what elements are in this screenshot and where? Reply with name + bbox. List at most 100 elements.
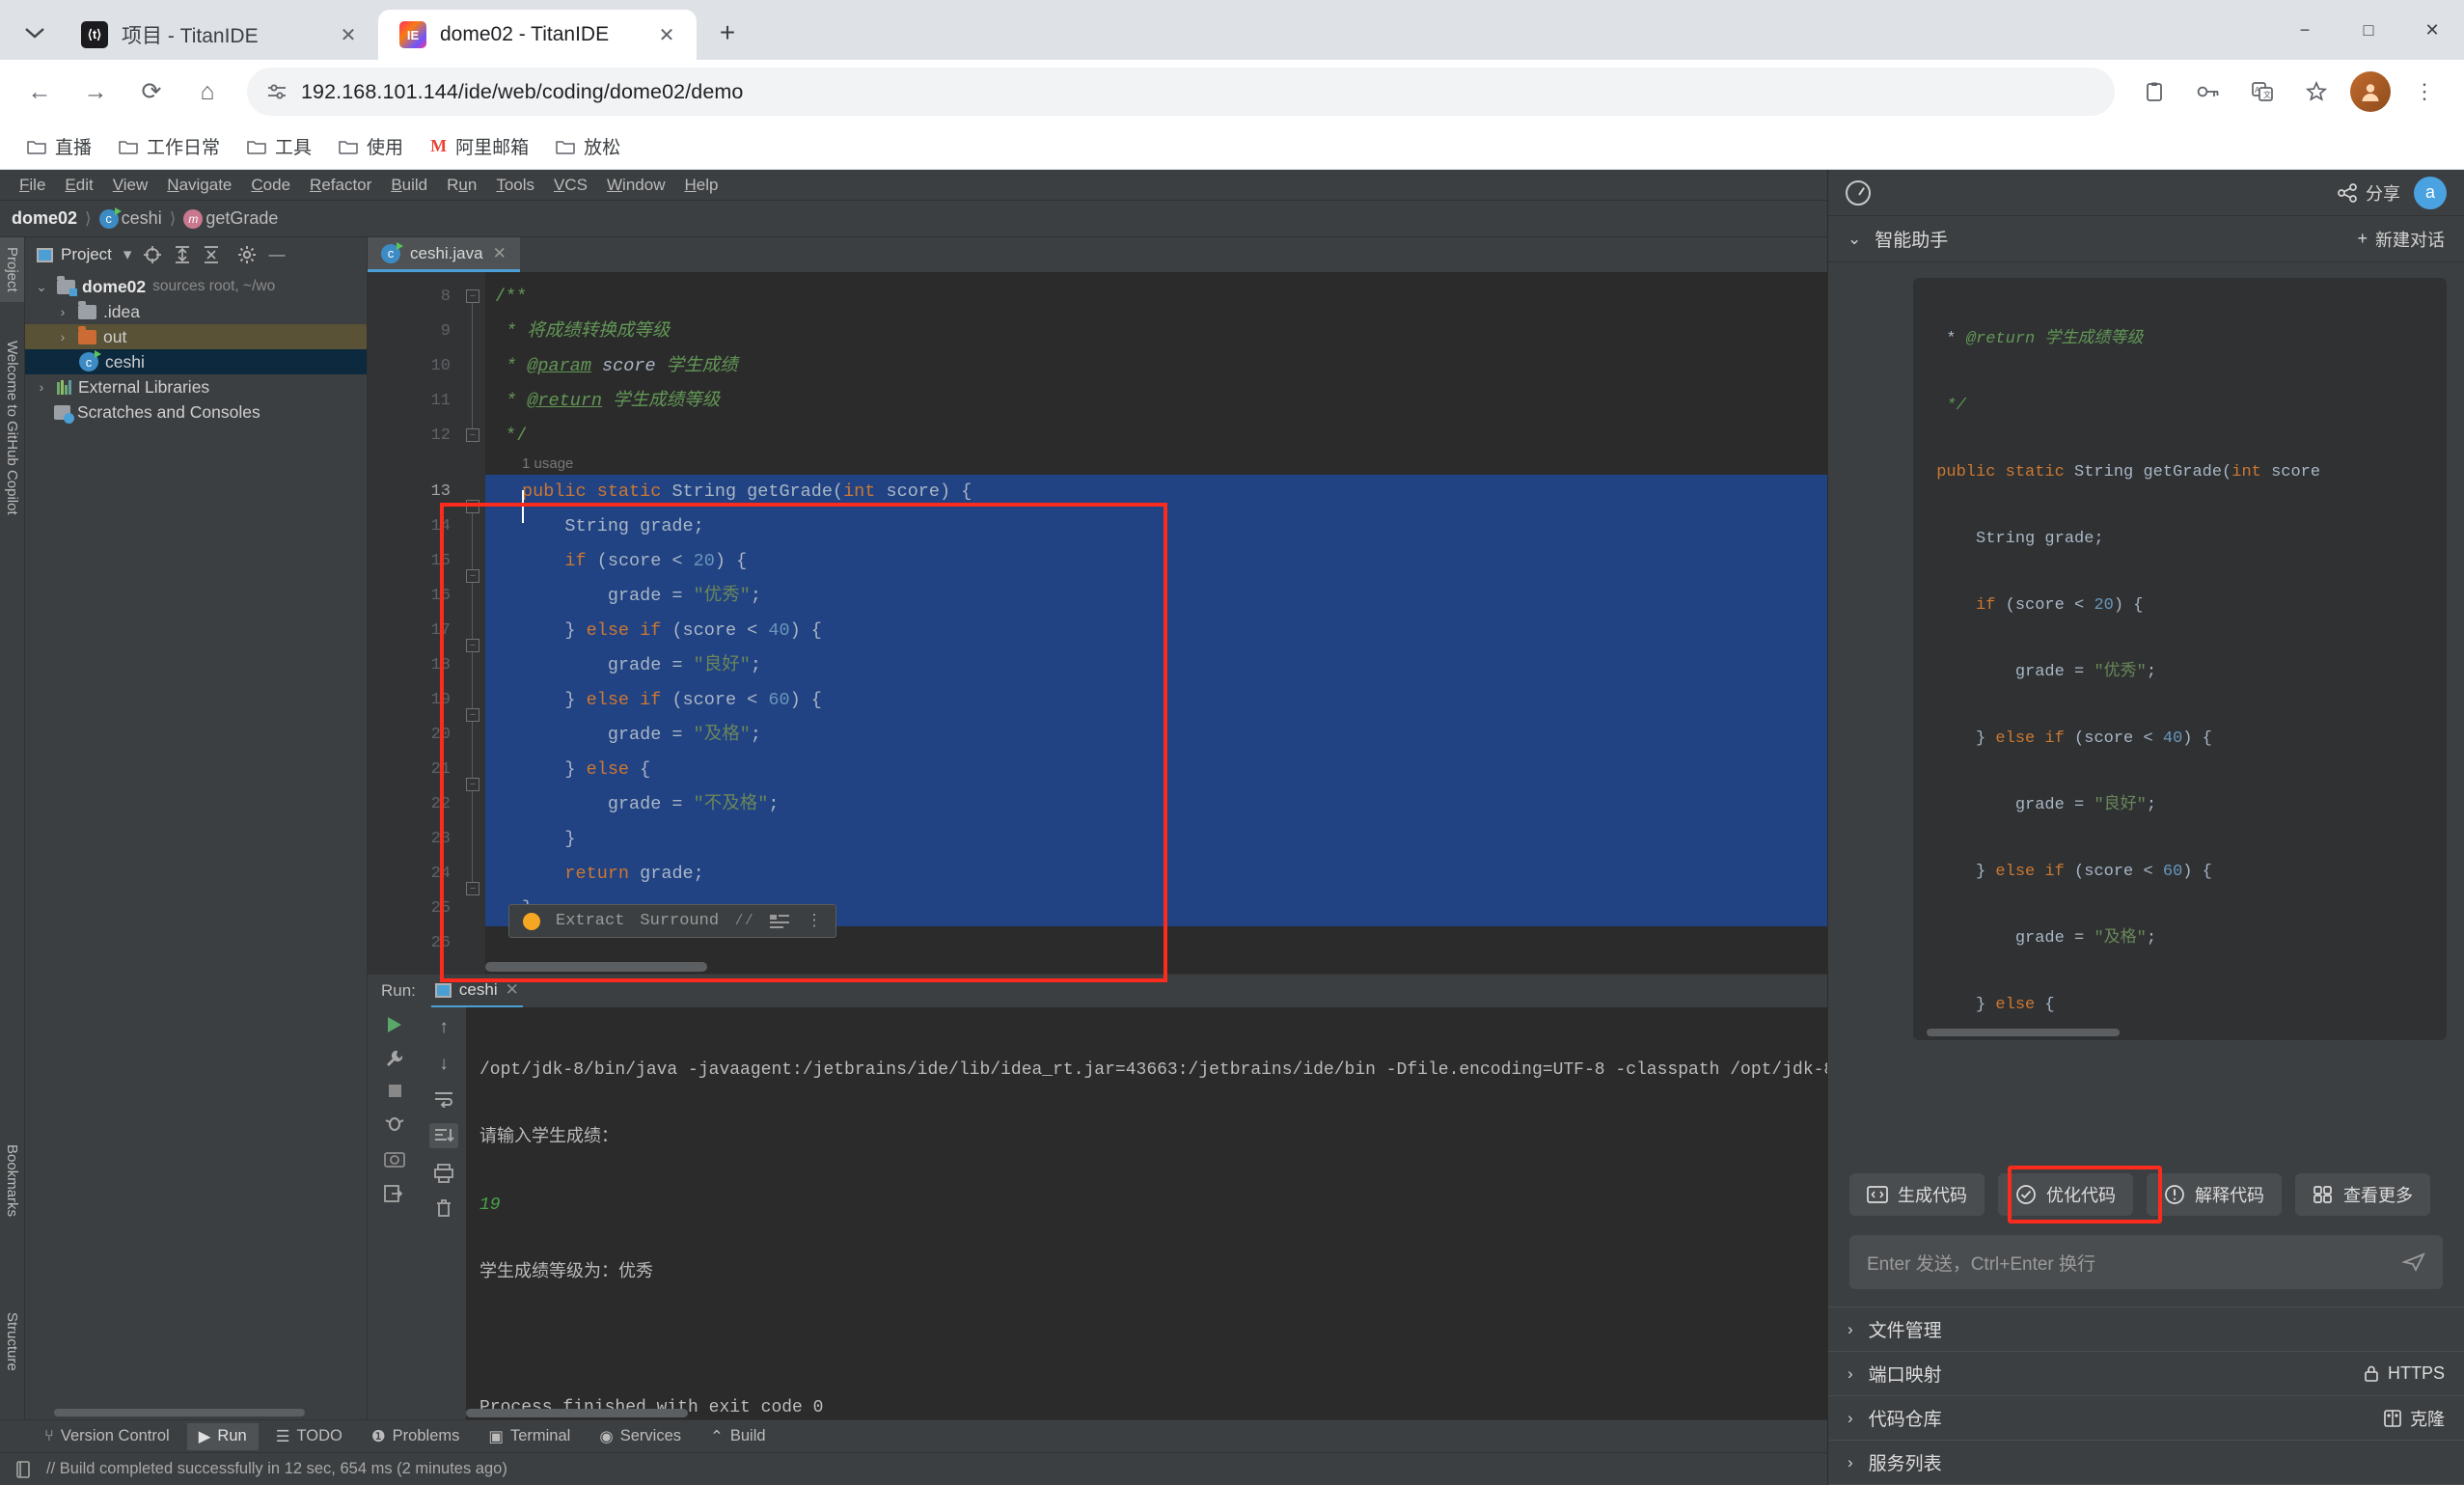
window-minimize-button[interactable]: − (2273, 0, 2337, 60)
bookmark-item-1[interactable]: 工作日常 (109, 128, 230, 164)
fold-marker-icon[interactable]: − (466, 708, 479, 722)
site-settings-icon[interactable] (266, 83, 287, 100)
menu-edit[interactable]: Edit (55, 176, 102, 195)
import-icon[interactable] (384, 1184, 405, 1203)
tree-node-out[interactable]: › out (25, 324, 367, 349)
extract-action-label[interactable]: Extract (556, 912, 624, 930)
chevron-right-icon[interactable]: › (54, 329, 71, 344)
avatar[interactable]: a (2414, 177, 2447, 209)
fold-marker-icon[interactable]: − (466, 639, 479, 652)
tree-node-external-libraries[interactable]: › External Libraries (25, 374, 367, 399)
intention-actions-popup[interactable]: Extract Surround ⁄⁄ ⋮ (508, 904, 836, 938)
arrow-up-icon[interactable]: ↑ (439, 1017, 449, 1038)
print-icon[interactable] (433, 1164, 454, 1183)
format-icon[interactable] (769, 913, 790, 930)
menu-window[interactable]: Window (597, 176, 674, 195)
menu-code[interactable]: Code (241, 176, 300, 195)
forward-icon[interactable]: → (69, 66, 122, 118)
menu-view[interactable]: View (103, 176, 158, 195)
project-horizontal-scrollbar[interactable] (54, 1409, 305, 1416)
accordion-file-manager[interactable]: › 文件管理 (1828, 1307, 2464, 1352)
tab-search-chevron-icon[interactable] (10, 10, 60, 56)
accordion-port-mapping[interactable]: › 端口映射 HTTPS (1828, 1352, 2464, 1396)
bookmark-item-3[interactable]: 使用 (329, 128, 413, 164)
bookmark-item-5[interactable]: 放松 (546, 128, 630, 164)
stop-icon[interactable] (389, 1085, 401, 1097)
editor-gutter[interactable]: 8 9 10 11 12 13 14 15 16 17 18 19 20 21 … (368, 272, 460, 974)
chevron-right-icon[interactable]: › (54, 304, 71, 319)
generate-code-button[interactable]: 生成代码 (1849, 1173, 1985, 1216)
tool-tab-project[interactable]: Project (0, 237, 24, 302)
bottom-tab-services[interactable]: ◉ Services (588, 1423, 693, 1450)
bookmark-star-icon[interactable] (2290, 66, 2342, 118)
https-action[interactable]: HTTPS (2363, 1363, 2445, 1384)
menu-help[interactable]: Help (674, 176, 727, 195)
menu-tools[interactable]: Tools (486, 176, 544, 195)
tree-node-ceshi[interactable]: c ceshi (25, 349, 367, 374)
arrow-down-icon[interactable]: ↓ (439, 1054, 449, 1075)
fold-marker-icon[interactable]: − (466, 569, 479, 583)
more-actions-label[interactable]: ⁄⁄ (734, 912, 753, 930)
ai-chat-input[interactable]: Enter 发送，Ctrl+Enter 换行 (1849, 1235, 2443, 1289)
ai-code-horizontal-scrollbar[interactable] (1927, 1029, 2120, 1036)
collapse-all-icon[interactable] (203, 245, 220, 264)
gear-icon[interactable] (237, 245, 257, 264)
menu-build[interactable]: Build (381, 176, 437, 195)
browser-tab-1-close-icon[interactable]: ✕ (336, 23, 361, 47)
more-menu-icon[interactable]: ⋮ (806, 911, 822, 931)
more-menu-icon[interactable]: ⋮ (2398, 66, 2450, 118)
tree-node-scratches[interactable]: Scratches and Consoles (25, 399, 367, 425)
editor-fold-column[interactable]: − − − − − − − − (460, 272, 485, 974)
tree-node-idea[interactable]: › .idea (25, 299, 367, 324)
accordion-code-repository[interactable]: › 代码仓库 克隆 (1828, 1396, 2464, 1441)
view-more-button[interactable]: 查看更多 (2295, 1173, 2430, 1216)
clipboard-icon[interactable] (2128, 66, 2180, 118)
browser-tab-1[interactable]: ⟨t⟩ 项目 - TitanIDE ✕ (60, 10, 378, 60)
fold-marker-icon[interactable]: − (466, 778, 479, 791)
chevron-right-icon[interactable]: › (33, 379, 50, 395)
address-bar[interactable]: 192.168.101.144/ide/web/coding/dome02/de… (247, 68, 2115, 116)
reload-icon[interactable]: ⟳ (125, 66, 178, 118)
new-chat-button[interactable]: + 新建对话 (2357, 227, 2445, 252)
trash-icon[interactable] (434, 1198, 453, 1218)
editor-tab-ceshi-java[interactable]: c ceshi.java ✕ (368, 237, 520, 272)
accordion-service-list[interactable]: › 服务列表 (1828, 1441, 2464, 1485)
tree-node-dome02[interactable]: ⌄ dome02 sources root, ~/wo (25, 274, 367, 299)
breadcrumb-project[interactable]: dome02 (12, 208, 77, 229)
fold-marker-icon[interactable]: − (466, 500, 479, 513)
bottom-tab-todo[interactable]: ☰ TODO (264, 1423, 354, 1450)
clone-action[interactable]: 克隆 (2383, 1406, 2445, 1431)
bookmark-item-0[interactable]: 直播 (17, 128, 101, 164)
new-tab-button[interactable]: + (704, 10, 751, 56)
browser-tab-2[interactable]: IE dome02 - TitanIDE ✕ (378, 10, 697, 60)
lightbulb-icon[interactable] (523, 913, 540, 930)
debug-icon[interactable] (384, 1113, 405, 1134)
tool-tab-bookmarks[interactable]: Bookmarks (0, 1135, 24, 1226)
bookmark-item-4[interactable]: M 阿里邮箱 (421, 128, 538, 164)
expand-all-icon[interactable] (174, 245, 191, 264)
soft-wrap-icon[interactable] (433, 1090, 454, 1108)
window-close-button[interactable]: ✕ (2400, 0, 2464, 60)
scroll-from-source-icon[interactable] (143, 245, 162, 264)
menu-refactor[interactable]: Refactor (300, 176, 381, 195)
translate-icon[interactable]: A文 (2236, 66, 2288, 118)
bookmark-item-2[interactable]: 工具 (237, 128, 321, 164)
rerun-icon[interactable] (388, 1017, 401, 1032)
bottom-tab-version-control[interactable]: ⑂ Version Control (33, 1423, 181, 1449)
optimize-code-button[interactable]: 优化代码 (1998, 1173, 2133, 1216)
bottom-tab-terminal[interactable]: ▣ Terminal (477, 1423, 582, 1450)
ai-assistant-header[interactable]: ⌄ 智能助手 + 新建对话 (1828, 216, 2464, 262)
settings-wrench-icon[interactable] (384, 1048, 405, 1069)
scroll-to-end-icon[interactable] (429, 1123, 458, 1148)
ai-code-block[interactable]: * @return 学生成绩等级 */ public static String… (1913, 278, 2447, 1040)
breadcrumb-class[interactable]: ceshi (122, 208, 162, 229)
bottom-tab-run[interactable]: ▶ Run (187, 1423, 259, 1450)
fold-marker-icon[interactable]: − (466, 428, 479, 442)
explain-code-button[interactable]: 解释代码 (2147, 1173, 2282, 1216)
send-icon[interactable] (2402, 1251, 2425, 1273)
home-icon[interactable]: ⌂ (181, 66, 233, 118)
editor-horizontal-scrollbar[interactable] (485, 962, 707, 972)
console-horizontal-scrollbar[interactable] (466, 1409, 688, 1417)
editor-tab-close-icon[interactable]: ✕ (493, 244, 506, 263)
menu-file[interactable]: File (10, 176, 55, 195)
